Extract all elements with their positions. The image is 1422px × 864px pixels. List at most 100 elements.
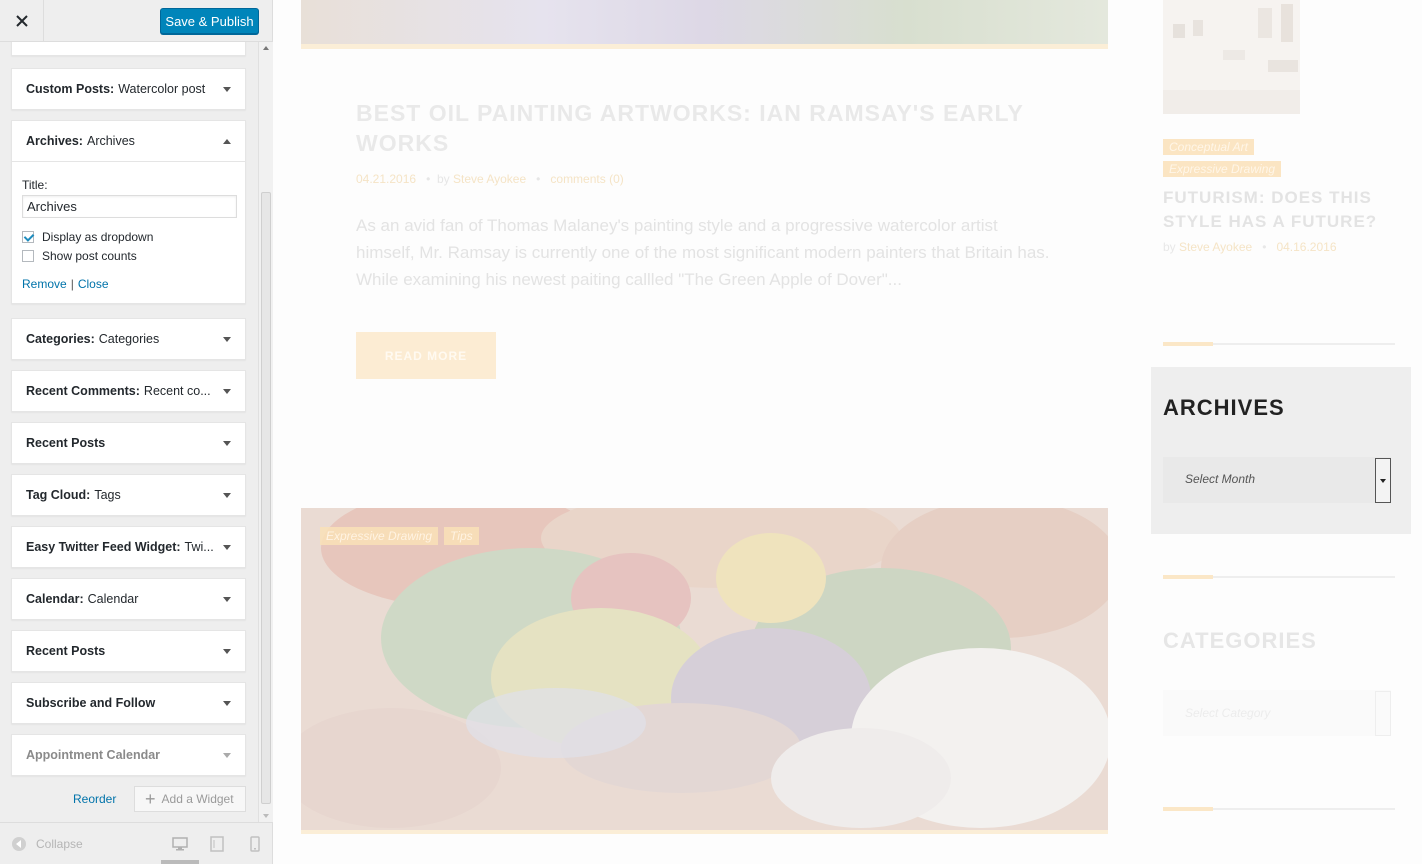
post-comments[interactable]: comments (0): [550, 172, 623, 186]
plus-icon: +: [145, 789, 156, 809]
post-date[interactable]: 04.21.2016: [356, 172, 416, 186]
widget-header[interactable]: Recent Comments: Recent co...: [12, 371, 245, 411]
scrollbar[interactable]: [258, 42, 273, 822]
post-counts-checkbox[interactable]: [22, 250, 34, 262]
chevron-up-icon[interactable]: [223, 139, 231, 144]
chevron-down-icon[interactable]: [223, 87, 231, 92]
desktop-icon: [172, 837, 188, 851]
widget-title: Recent co...: [143, 384, 211, 398]
add-widget-label: Add a Widget: [161, 792, 234, 806]
widget-header[interactable]: Easy Twitter Feed Widget: Twi...: [12, 527, 245, 567]
chevron-down-icon[interactable]: [223, 649, 231, 654]
divider-accent: [1163, 575, 1213, 579]
post-featured-image[interactable]: [301, 508, 1108, 830]
chevron-down-icon[interactable]: [223, 597, 231, 602]
sidebar-post-title[interactable]: FUTURISM: DOES THIS STYLE HAS A FUTURE?: [1163, 186, 1403, 234]
tag-pill[interactable]: Tips: [444, 527, 479, 545]
widget-archives[interactable]: Archives: Archives Title: Display as dro…: [11, 120, 246, 304]
widget-recent-comments[interactable]: Recent Comments: Recent co...: [11, 370, 246, 412]
widget-calendar[interactable]: Calendar: Calendar: [11, 578, 246, 620]
bullet: •: [419, 172, 437, 186]
categories-select-value: Select Category: [1185, 706, 1271, 720]
sidebar-post-tags: Conceptual Art Expressive Drawing: [1163, 138, 1282, 182]
title-input[interactable]: [22, 195, 237, 218]
scroll-up-arrow-icon[interactable]: [263, 46, 269, 50]
widget-type: Recent Comments:: [26, 384, 140, 398]
chevron-down-icon[interactable]: [223, 337, 231, 342]
post-date[interactable]: 04.16.2016: [1276, 240, 1336, 254]
post-author[interactable]: Steve Ayokee: [453, 172, 526, 186]
widget-custom-posts[interactable]: Custom Posts: Watercolor post: [11, 68, 246, 110]
sidebar-divider: [1163, 807, 1395, 811]
mobile-icon: [250, 836, 260, 852]
widget-type: Archives:: [26, 134, 83, 148]
post-image-bar: [301, 830, 1108, 834]
chevron-down-icon[interactable]: [223, 493, 231, 498]
close-customizer-button[interactable]: [0, 0, 44, 42]
widget-header[interactable]: Categories: Categories: [12, 319, 245, 359]
widget-recent-posts[interactable]: Recent Posts: [11, 422, 246, 464]
close-link[interactable]: Close: [78, 277, 109, 291]
widget-header[interactable]: Recent Posts: [12, 423, 245, 463]
widget-header[interactable]: Appointment Calendar: [12, 735, 245, 775]
reorder-link[interactable]: Reorder: [73, 792, 116, 806]
add-widget-button[interactable]: + Add a Widget: [134, 786, 246, 812]
widget-recent-posts-2[interactable]: Recent Posts: [11, 630, 246, 672]
widget-type: Easy Twitter Feed Widget:: [26, 540, 181, 554]
widget-header[interactable]: Archives: Archives: [12, 121, 245, 161]
widget-type: Calendar:: [26, 592, 84, 606]
widget-appointment-calendar[interactable]: Appointment Calendar: [11, 734, 246, 776]
title-label: Title:: [22, 178, 48, 192]
post-author[interactable]: Steve Ayokee: [1179, 240, 1252, 254]
categories-select[interactable]: Select Category: [1163, 690, 1391, 736]
chevron-down-icon[interactable]: [223, 753, 231, 758]
tag-pill[interactable]: Expressive Drawing: [320, 527, 439, 545]
post-by: by: [1163, 240, 1176, 254]
widget-categories[interactable]: Categories: Categories: [11, 318, 246, 360]
separator: |: [70, 277, 74, 291]
divider-accent: [1163, 342, 1213, 346]
widget-title: Tags: [94, 488, 121, 502]
widget-form: Title: Display as dropdown Show post cou…: [12, 161, 245, 303]
scroll-down-arrow-icon[interactable]: [263, 814, 269, 818]
mobile-preview-button[interactable]: [246, 835, 264, 853]
collapse-label: Collapse: [36, 837, 83, 851]
widget-header[interactable]: Custom Posts: Watercolor post: [12, 69, 245, 109]
widget-twitter-feed[interactable]: Easy Twitter Feed Widget: Twi...: [11, 526, 246, 568]
post-counts-option[interactable]: Show post counts: [22, 249, 235, 263]
dropdown-option[interactable]: Display as dropdown: [22, 230, 235, 244]
chevron-down-icon[interactable]: [223, 441, 231, 446]
post-meta: 04.21.2016 • by Steve Ayokee • comments …: [356, 172, 624, 186]
image-tags: Expressive Drawing Tips: [320, 527, 479, 545]
tag-pill[interactable]: Expressive Drawing: [1163, 161, 1282, 177]
collapse-button[interactable]: Collapse: [12, 837, 83, 851]
remove-link[interactable]: Remove: [22, 277, 67, 291]
widget-title: Watercolor post: [118, 82, 206, 96]
save-publish-button[interactable]: Save & Publish: [160, 8, 259, 34]
chevron-down-icon[interactable]: [223, 545, 231, 550]
widget-header[interactable]: Tag Cloud: Tags: [12, 475, 245, 515]
archives-select[interactable]: Select Month: [1163, 457, 1391, 503]
tag-pill[interactable]: Conceptual Art: [1163, 139, 1254, 155]
dropdown-arrow-icon[interactable]: [1375, 458, 1391, 503]
post-counts-label: Show post counts: [42, 249, 137, 263]
post-title[interactable]: BEST OIL PAINTING ARTWORKS: IAN RAMSAY'S…: [356, 98, 1056, 158]
categories-heading: CATEGORIES: [1163, 628, 1317, 653]
widget-subscribe-follow[interactable]: Subscribe and Follow: [11, 682, 246, 724]
post-image-top: [301, 0, 1108, 44]
tablet-preview-button[interactable]: [208, 835, 226, 853]
widget-tag-cloud[interactable]: Tag Cloud: Tags: [11, 474, 246, 516]
widget-header[interactable]: Subscribe and Follow: [12, 683, 245, 723]
read-more-button[interactable]: READ MORE: [356, 332, 496, 379]
dropdown-checkbox[interactable]: [22, 231, 34, 243]
dropdown-arrow-icon[interactable]: [1375, 691, 1391, 736]
chevron-down-icon[interactable]: [223, 389, 231, 394]
chevron-down-icon[interactable]: [223, 701, 231, 706]
widget-type: Custom Posts:: [26, 82, 115, 96]
sidebar-post-thumbnail[interactable]: [1163, 0, 1300, 114]
scrollbar-thumb[interactable]: [261, 192, 271, 804]
widget-header[interactable]: Recent Posts: [12, 631, 245, 671]
widget-header[interactable]: Calendar: Calendar: [12, 579, 245, 619]
gallery-image: [1163, 0, 1300, 114]
desktop-preview-button[interactable]: [161, 835, 199, 864]
